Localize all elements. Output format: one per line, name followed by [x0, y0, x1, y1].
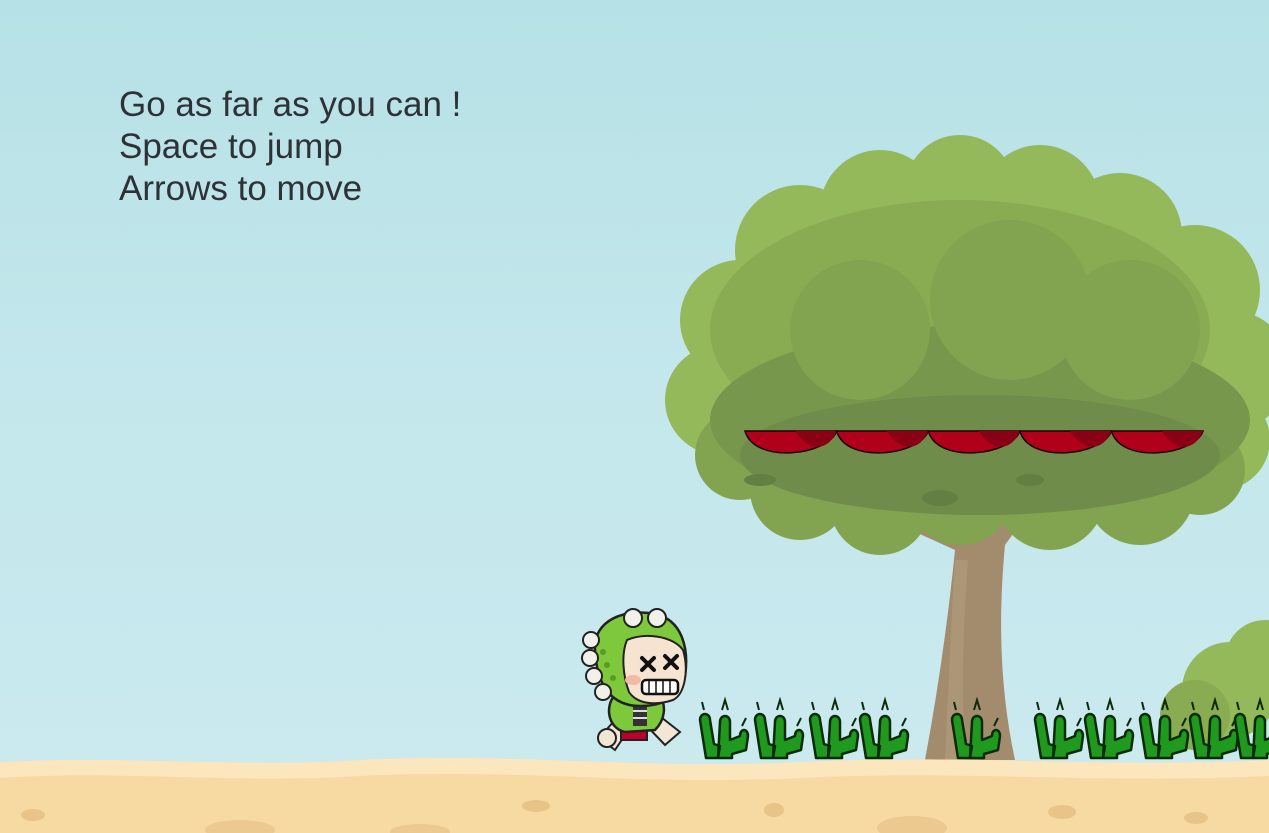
cactus [1033, 696, 1085, 760]
player-character [581, 608, 688, 752]
instruction-jump: Space to jump [119, 127, 343, 166]
cactus [858, 696, 910, 760]
instruction-move: Arrows to move [119, 169, 363, 208]
cactus [753, 696, 805, 760]
tree-canopy [665, 135, 1269, 555]
cactus [698, 696, 750, 760]
instruction-goal: Go as far as you can ! [119, 85, 462, 124]
cactus [808, 696, 860, 760]
game-canvas[interactable]: Go as far as you can ! Space to jump Arr… [0, 0, 1269, 833]
cactus [1083, 696, 1135, 760]
sand-ground [0, 757, 1269, 833]
instructions-panel: Go as far as you can ! Space to jump Arr… [119, 84, 461, 210]
